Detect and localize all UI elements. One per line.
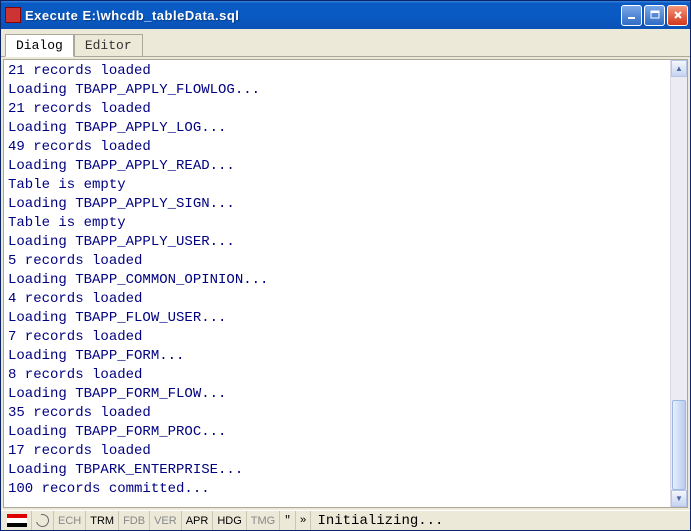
- status-hdg[interactable]: HDG: [213, 511, 246, 530]
- vertical-scrollbar[interactable]: ▲ ▼: [670, 60, 687, 507]
- log-line: Loading TBAPP_FORM_FLOW...: [8, 385, 666, 404]
- status-text: Initializing...: [311, 513, 443, 529]
- log-line: Loading TBAPP_COMMON_OPINION...: [8, 271, 666, 290]
- tab-editor[interactable]: Editor: [74, 34, 143, 56]
- status-ver[interactable]: VER: [150, 511, 182, 530]
- scroll-up-button[interactable]: ▲: [671, 60, 687, 77]
- minimize-icon: [627, 10, 637, 20]
- log-line: Loading TBAPP_APPLY_READ...: [8, 157, 666, 176]
- app-window: Execute E:\whcdb_tableData.sql Dialog Ed…: [0, 0, 691, 531]
- scroll-track[interactable]: [671, 77, 687, 490]
- status-reload[interactable]: [32, 511, 54, 530]
- log-line: Loading TBAPP_APPLY_LOG...: [8, 119, 666, 138]
- scroll-down-button[interactable]: ▼: [671, 490, 687, 507]
- titlebar[interactable]: Execute E:\whcdb_tableData.sql: [1, 1, 690, 29]
- status-apr[interactable]: APR: [182, 511, 214, 530]
- status-bar: ECH TRM FDB VER APR HDG TMG " » Initiali…: [1, 510, 690, 530]
- status-tmg[interactable]: TMG: [247, 511, 280, 530]
- log-line: Loading TBAPP_FORM_PROC...: [8, 423, 666, 442]
- log-line: 21 records loaded: [8, 62, 666, 81]
- log-line: Table is empty: [8, 176, 666, 195]
- close-icon: [673, 10, 683, 20]
- log-line: 100 records committed...: [8, 480, 666, 499]
- log-line: 21 records loaded: [8, 100, 666, 119]
- window-title: Execute E:\whcdb_tableData.sql: [25, 8, 621, 23]
- log-line: Loading TBAPP_APPLY_USER...: [8, 233, 666, 252]
- log-line: 7 records loaded: [8, 328, 666, 347]
- log-line: 35 records loaded: [8, 404, 666, 423]
- log-panel: 21 records loadedLoading TBAPP_APPLY_FLO…: [3, 59, 688, 508]
- tab-bar: Dialog Editor: [1, 29, 690, 57]
- content-area: 21 records loadedLoading TBAPP_APPLY_FLO…: [1, 57, 690, 510]
- log-line: 17 records loaded: [8, 442, 666, 461]
- log-line: Loading TBAPP_APPLY_FLOWLOG...: [8, 81, 666, 100]
- status-sep1: ": [280, 511, 296, 530]
- status-trm[interactable]: TRM: [86, 511, 119, 530]
- log-line: 4 records loaded: [8, 290, 666, 309]
- maximize-button[interactable]: [644, 5, 665, 26]
- status-sep2: »: [296, 511, 312, 530]
- status-ech[interactable]: ECH: [54, 511, 86, 530]
- tab-dialog[interactable]: Dialog: [5, 34, 74, 57]
- close-button[interactable]: [667, 5, 688, 26]
- log-line: Loading TBAPP_APPLY_SIGN...: [8, 195, 666, 214]
- log-line: Table is empty: [8, 214, 666, 233]
- scroll-thumb[interactable]: [672, 400, 686, 490]
- status-fdb[interactable]: FDB: [119, 511, 150, 530]
- log-line: 5 records loaded: [8, 252, 666, 271]
- status-flag[interactable]: [3, 511, 32, 530]
- reload-icon: [34, 512, 52, 530]
- log-line: 49 records loaded: [8, 138, 666, 157]
- log-line: Loading TBAPP_FORM...: [8, 347, 666, 366]
- log-output[interactable]: 21 records loadedLoading TBAPP_APPLY_FLO…: [4, 60, 670, 507]
- log-line: 8 records loaded: [8, 366, 666, 385]
- log-line: Loading TBAPP_FLOW_USER...: [8, 309, 666, 328]
- log-line: Loading TBPARK_ENTERPRISE...: [8, 461, 666, 480]
- app-icon: [5, 7, 21, 23]
- maximize-icon: [650, 10, 660, 20]
- minimize-button[interactable]: [621, 5, 642, 26]
- window-buttons: [621, 5, 688, 26]
